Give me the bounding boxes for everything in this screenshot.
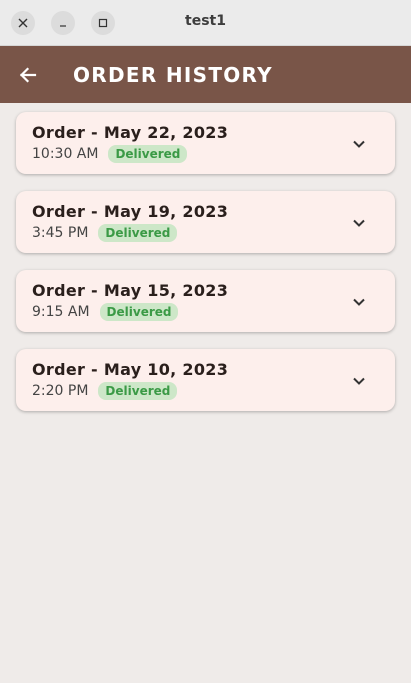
- app-bar: ORDER HISTORY: [0, 46, 411, 103]
- order-time: 3:45 PM: [32, 225, 89, 241]
- order-title: Order - May 19, 2023: [32, 202, 229, 221]
- order-card[interactable]: Order - May 22, 2023 10:30 AM Delivered: [16, 112, 395, 174]
- status-badge: Delivered: [98, 382, 178, 400]
- page-title: ORDER HISTORY: [73, 63, 273, 87]
- window-titlebar: test1: [0, 0, 411, 46]
- order-title: Order - May 22, 2023: [32, 123, 229, 142]
- back-button[interactable]: [14, 61, 42, 89]
- order-card[interactable]: Order - May 19, 2023 3:45 PM Delivered: [16, 191, 395, 253]
- chevron-down-icon[interactable]: [351, 373, 367, 389]
- order-time: 2:20 PM: [32, 383, 89, 399]
- window-title: test1: [185, 13, 226, 29]
- order-title: Order - May 15, 2023: [32, 281, 229, 300]
- chevron-down-icon[interactable]: [351, 294, 367, 310]
- order-card[interactable]: Order - May 15, 2023 9:15 AM Delivered: [16, 270, 395, 332]
- status-badge: Delivered: [98, 224, 178, 242]
- chevron-down-icon[interactable]: [351, 215, 367, 231]
- order-time: 9:15 AM: [32, 304, 90, 320]
- chevron-down-icon[interactable]: [351, 136, 367, 152]
- order-title: Order - May 10, 2023: [32, 360, 229, 379]
- status-badge: Delivered: [108, 145, 188, 163]
- status-badge: Delivered: [99, 303, 179, 321]
- order-time: 10:30 AM: [32, 146, 99, 162]
- arrow-left-icon: [19, 67, 37, 83]
- order-card[interactable]: Order - May 10, 2023 2:20 PM Delivered: [16, 349, 395, 411]
